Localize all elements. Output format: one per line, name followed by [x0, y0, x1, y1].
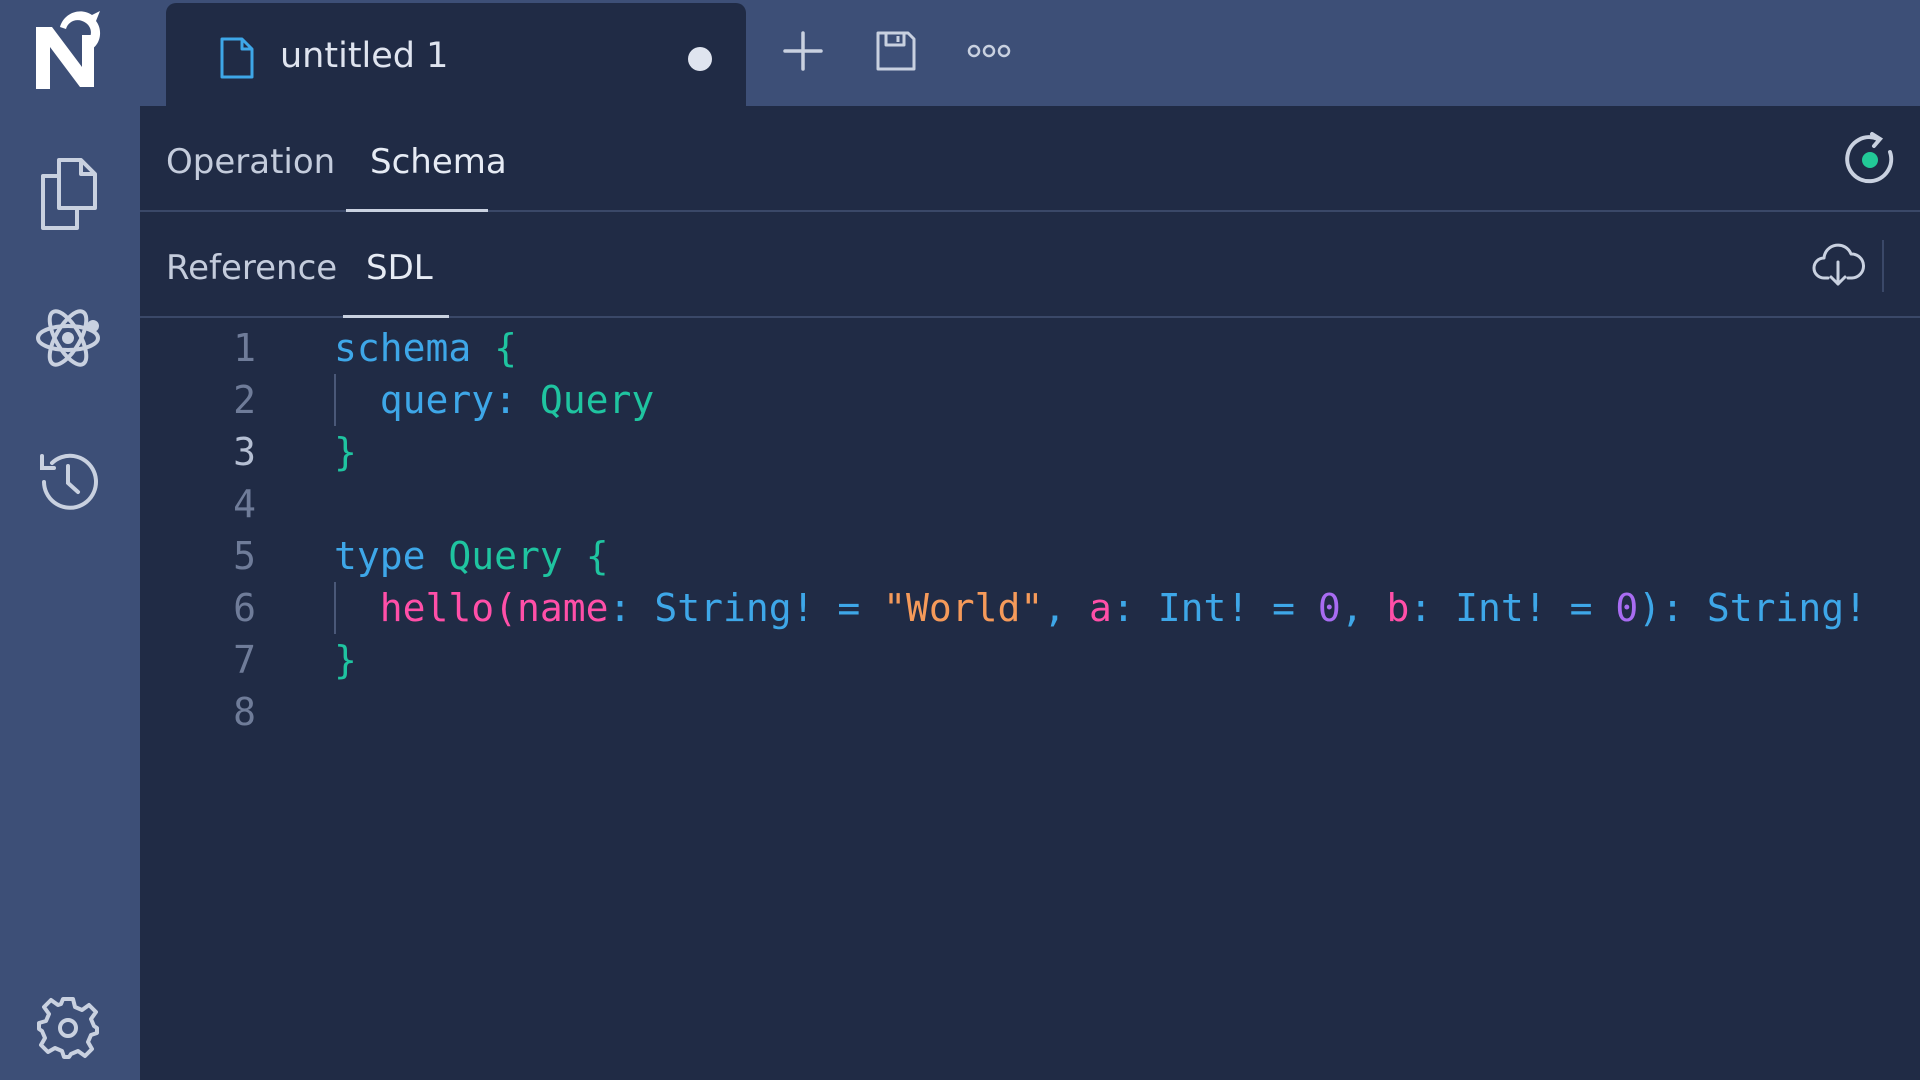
tab-bar: untitled 1: [140, 0, 1920, 106]
toolbar-divider: [1882, 240, 1884, 292]
code-token: Int!: [1157, 586, 1250, 630]
line-number: 6: [233, 586, 256, 630]
line-number: 2: [233, 378, 256, 422]
plus-icon: [783, 31, 823, 71]
line-number: 1: [233, 326, 256, 370]
code-line[interactable]: 8: [140, 686, 1920, 738]
tab-schema[interactable]: Schema: [370, 140, 507, 184]
unsaved-dot-icon[interactable]: [688, 47, 712, 71]
code-token: :: [1111, 586, 1158, 630]
code-line[interactable]: 3}: [140, 426, 1920, 478]
code-token: a: [1089, 586, 1112, 630]
history-icon[interactable]: [20, 434, 116, 530]
code-token: 0: [1317, 586, 1341, 630]
line-number: 5: [233, 534, 256, 578]
tab-sdl[interactable]: SDL: [366, 246, 433, 290]
code-text: schema {: [334, 322, 517, 374]
code-token: ,: [1340, 586, 1387, 630]
code-token: {: [585, 534, 609, 578]
code-text: hello(name: String! = "World", a: Int! =…: [334, 582, 1867, 634]
code-token: }: [334, 430, 357, 474]
settings-icon[interactable]: [20, 980, 116, 1076]
file-icon: [220, 37, 254, 83]
save-button[interactable]: [865, 20, 927, 82]
schema-panel: Operation Schema Reference SDL 1 schema …: [140, 106, 1920, 1080]
code-token: hello: [379, 586, 495, 630]
code-token: 0: [1615, 586, 1639, 630]
code-token: "World": [883, 586, 1044, 630]
line-number: 7: [233, 638, 256, 682]
code-line[interactable]: 6 hello(name: String! = "World", a: Int!…: [140, 582, 1920, 634]
code-token: =: [1249, 586, 1318, 630]
tab-title: untitled 1: [280, 36, 449, 76]
save-icon: [876, 31, 916, 71]
code-token: :: [1409, 586, 1456, 630]
code-text: }: [334, 634, 357, 686]
line-number: 3: [233, 430, 256, 474]
code-token: ,: [1043, 586, 1090, 630]
code-token: {: [494, 326, 518, 370]
code-token: :: [608, 586, 655, 630]
refresh-icon: [1845, 132, 1894, 184]
line-number: 8: [233, 690, 256, 734]
code-token: type: [334, 534, 426, 578]
code-token: query: [379, 378, 495, 422]
code-token: ):: [1638, 586, 1707, 630]
code-token: (: [494, 586, 518, 630]
more-icon: [967, 44, 1011, 58]
download-schema-button[interactable]: [1810, 238, 1866, 294]
code-text: type Query {: [334, 530, 609, 582]
tab-reference[interactable]: Reference: [166, 246, 337, 290]
editor-tab-untitled[interactable]: untitled 1: [166, 3, 746, 106]
code-text: }: [334, 426, 357, 478]
documents-icon[interactable]: [20, 146, 116, 242]
code-token: String!: [654, 586, 815, 630]
atom-icon[interactable]: [20, 290, 116, 386]
tab-operation[interactable]: Operation: [166, 140, 335, 184]
code-line[interactable]: 5 type Query {: [140, 530, 1920, 582]
code-token: }: [334, 638, 357, 682]
main-tabs: Operation Schema: [140, 106, 1920, 212]
code-token: b: [1386, 586, 1410, 630]
code-token: Int!: [1455, 586, 1547, 630]
more-button[interactable]: [958, 20, 1020, 82]
app-logo-icon[interactable]: [20, 4, 116, 100]
line-number: 4: [233, 482, 256, 526]
code-token: String!: [1706, 586, 1868, 630]
code-token: schema: [334, 326, 472, 370]
code-token: =: [814, 586, 884, 630]
code-token: name: [517, 586, 609, 630]
code-token: Query: [539, 378, 655, 422]
sdl-code-editor[interactable]: 1 schema {2 query: Query 3} 4 5 type Query {6…: [140, 318, 1920, 1080]
app-window: untitled 1 Operation Schema Reference SD…: [0, 0, 1920, 1080]
code-text: query: Query: [334, 374, 655, 426]
new-tab-button[interactable]: [772, 20, 834, 82]
schema-refresh-button[interactable]: [1840, 130, 1900, 190]
sidebar: [0, 0, 140, 1080]
schema-sub-tabs: Reference SDL: [140, 212, 1920, 318]
code-line[interactable]: 4: [140, 478, 1920, 530]
code-token: :: [494, 378, 540, 422]
code-line[interactable]: 1 schema {: [140, 322, 1920, 374]
code-line[interactable]: 2 query: Query: [140, 374, 1920, 426]
code-token: Query: [448, 534, 563, 578]
cloud-download-icon: [1812, 243, 1865, 286]
code-token: =: [1546, 586, 1616, 630]
code-line[interactable]: 7}: [140, 634, 1920, 686]
